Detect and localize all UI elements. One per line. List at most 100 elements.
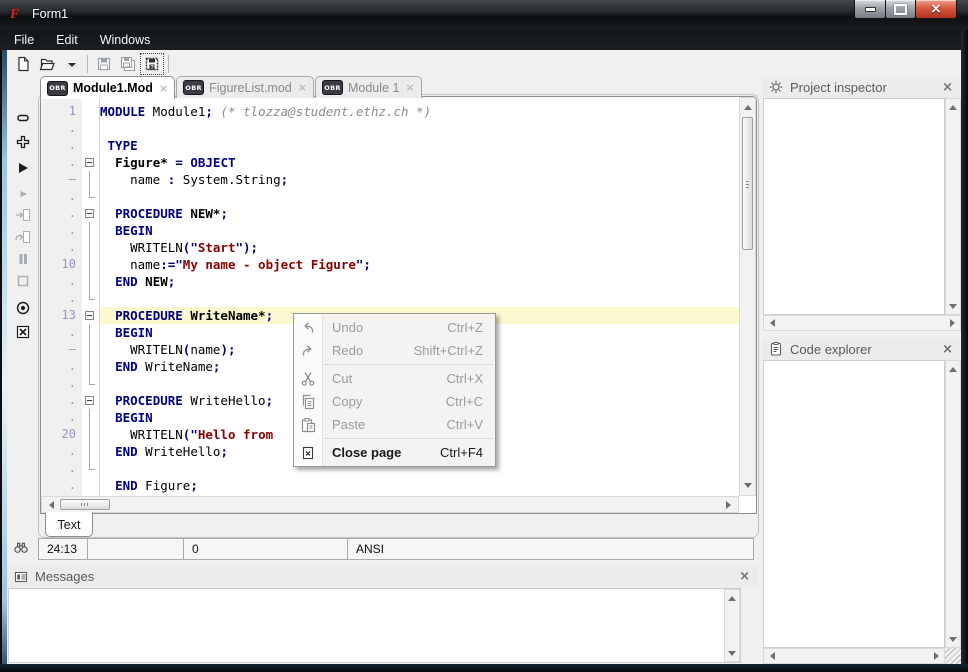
code-line: . WRITELN("Start");: [41, 239, 739, 256]
context-menu-item-copy[interactable]: CopyCtrl+C: [294, 390, 495, 413]
line-number: .: [41, 205, 82, 222]
expand-icon: [15, 134, 31, 150]
pause-button[interactable]: [10, 249, 36, 269]
line-number: 10: [41, 256, 82, 273]
context-menu-item-cut[interactable]: CutCtrl+X: [294, 367, 495, 390]
scroll-down-arrow[interactable]: [740, 479, 755, 493]
code-explorer-close-icon[interactable]: [942, 342, 953, 357]
step-over-button[interactable]: [10, 227, 36, 247]
step-into-icon: [15, 207, 31, 223]
line-number: –: [41, 171, 82, 188]
project-inspector-content[interactable]: [763, 98, 945, 315]
open-folder-button[interactable]: [35, 53, 59, 75]
code-explorer-horizontal-scrollbar[interactable]: [763, 648, 945, 664]
menu-item-shortcut: Ctrl+Z: [447, 320, 483, 335]
minimize-button[interactable]: [854, 0, 886, 19]
line-number: .: [41, 460, 82, 477]
scroll-right-arrow[interactable]: [930, 649, 943, 663]
save-button[interactable]: [92, 53, 116, 75]
stop-icon: [15, 273, 31, 289]
context-menu-item-paste[interactable]: PasteCtrl+V: [294, 413, 495, 436]
scroll-down-arrow[interactable]: [725, 647, 739, 660]
code-line: . TYPE: [41, 137, 739, 154]
line-number: .: [41, 154, 82, 171]
tab-text[interactable]: Text: [45, 512, 93, 537]
context-menu-item-close-page[interactable]: Close pageCtrl+F4: [294, 441, 495, 464]
line-number: 13: [41, 307, 82, 324]
scroll-down-arrow[interactable]: [946, 300, 960, 313]
tab-module-1[interactable]: OBRModule 1: [315, 76, 422, 98]
scroll-left-arrow[interactable]: [765, 649, 778, 663]
open-dropdown-button[interactable]: [59, 53, 83, 75]
menu-item-edit[interactable]: Edit: [56, 33, 78, 47]
scroll-up-arrow[interactable]: [946, 362, 960, 375]
context-menu-item-redo[interactable]: RedoShift+Ctrl+Z: [294, 339, 495, 362]
code-line: 1MODULE Module1; (* tlozza@student.ethz.…: [41, 103, 739, 120]
fold-marker: [82, 256, 100, 273]
terminate-button[interactable]: [10, 322, 36, 342]
horizontal-scroll-thumb[interactable]: [60, 499, 110, 510]
scroll-left-arrow[interactable]: [765, 316, 778, 330]
minimize-icon: [865, 7, 876, 12]
fold-toggle-icon[interactable]: [82, 205, 100, 222]
project-inspector-vertical-scrollbar[interactable]: [945, 98, 961, 315]
save-module-button[interactable]: ?: [140, 53, 164, 75]
messages-content[interactable]: [8, 588, 741, 663]
tab-close-icon[interactable]: [298, 81, 307, 94]
messages-vertical-scrollbar[interactable]: [724, 589, 740, 662]
menu-item-windows[interactable]: Windows: [100, 33, 151, 47]
fold-toggle-icon[interactable]: [82, 392, 100, 409]
context-menu-item-undo[interactable]: UndoCtrl+Z: [294, 316, 495, 339]
resize-grip[interactable]: [945, 648, 961, 664]
project-inspector-horizontal-scrollbar[interactable]: [763, 315, 961, 331]
run-selection-button[interactable]: [10, 184, 36, 204]
text-tab-label: Text: [58, 518, 81, 532]
scroll-right-arrow[interactable]: [722, 497, 736, 512]
editor-vertical-scrollbar[interactable]: [739, 97, 756, 496]
close-button[interactable]: ×: [915, 0, 957, 19]
scroll-left-arrow[interactable]: [44, 497, 58, 512]
code-explorer-vertical-scrollbar[interactable]: [945, 360, 961, 648]
tab-module1-mod[interactable]: OBRModule1.Mod: [40, 76, 175, 99]
new-document-button[interactable]: [11, 53, 35, 75]
vertical-scroll-thumb[interactable]: [742, 117, 753, 250]
status-cell-3: ANSI: [347, 538, 754, 560]
fold-toggle-icon[interactable]: [82, 154, 100, 171]
menu-item-file[interactable]: File: [14, 33, 34, 47]
fold-toggle-icon[interactable]: [82, 307, 100, 324]
fold-marker: [82, 103, 100, 120]
menu-item-shortcut: Ctrl+V: [447, 417, 483, 432]
chevron-down-icon: [68, 63, 76, 71]
scroll-right-arrow[interactable]: [946, 316, 959, 330]
step-into-button[interactable]: [10, 205, 36, 225]
tab-figurelist-mod[interactable]: OBRFigureList.mod: [176, 76, 314, 98]
code-line: .: [41, 290, 739, 307]
record-button[interactable]: [10, 298, 36, 318]
code-explorer-content[interactable]: [763, 360, 945, 648]
menu-separator: [324, 364, 493, 365]
stop-button[interactable]: [10, 271, 36, 291]
line-number: .: [41, 477, 82, 494]
window-frame-bottom: [0, 664, 968, 672]
expand-button[interactable]: [10, 132, 36, 152]
project-inspector-close-icon[interactable]: [942, 80, 953, 95]
fold-marker: [82, 188, 100, 205]
menu-item-shortcut: Ctrl+C: [446, 394, 483, 409]
menu-item-label: Close page: [332, 445, 401, 460]
code-text: END Figure;: [100, 477, 739, 494]
status-bar: 24:130ANSI: [7, 538, 758, 562]
run-button[interactable]: [10, 158, 36, 178]
code-text: name:="My name - object Figure";: [100, 256, 739, 273]
editor-horizontal-scrollbar[interactable]: [41, 496, 739, 513]
collapse-button[interactable]: [10, 108, 36, 128]
scroll-up-arrow[interactable]: [946, 100, 960, 113]
save-all-button[interactable]: [116, 53, 140, 75]
tab-close-icon[interactable]: [159, 82, 168, 95]
code-line: . END NEW;: [41, 273, 739, 290]
scroll-up-arrow[interactable]: [740, 100, 755, 114]
tab-close-icon[interactable]: [405, 81, 414, 94]
messages-close-icon[interactable]: [739, 569, 750, 584]
scroll-up-arrow[interactable]: [725, 591, 739, 604]
maximize-button[interactable]: [885, 0, 916, 19]
scroll-down-arrow[interactable]: [946, 633, 960, 646]
